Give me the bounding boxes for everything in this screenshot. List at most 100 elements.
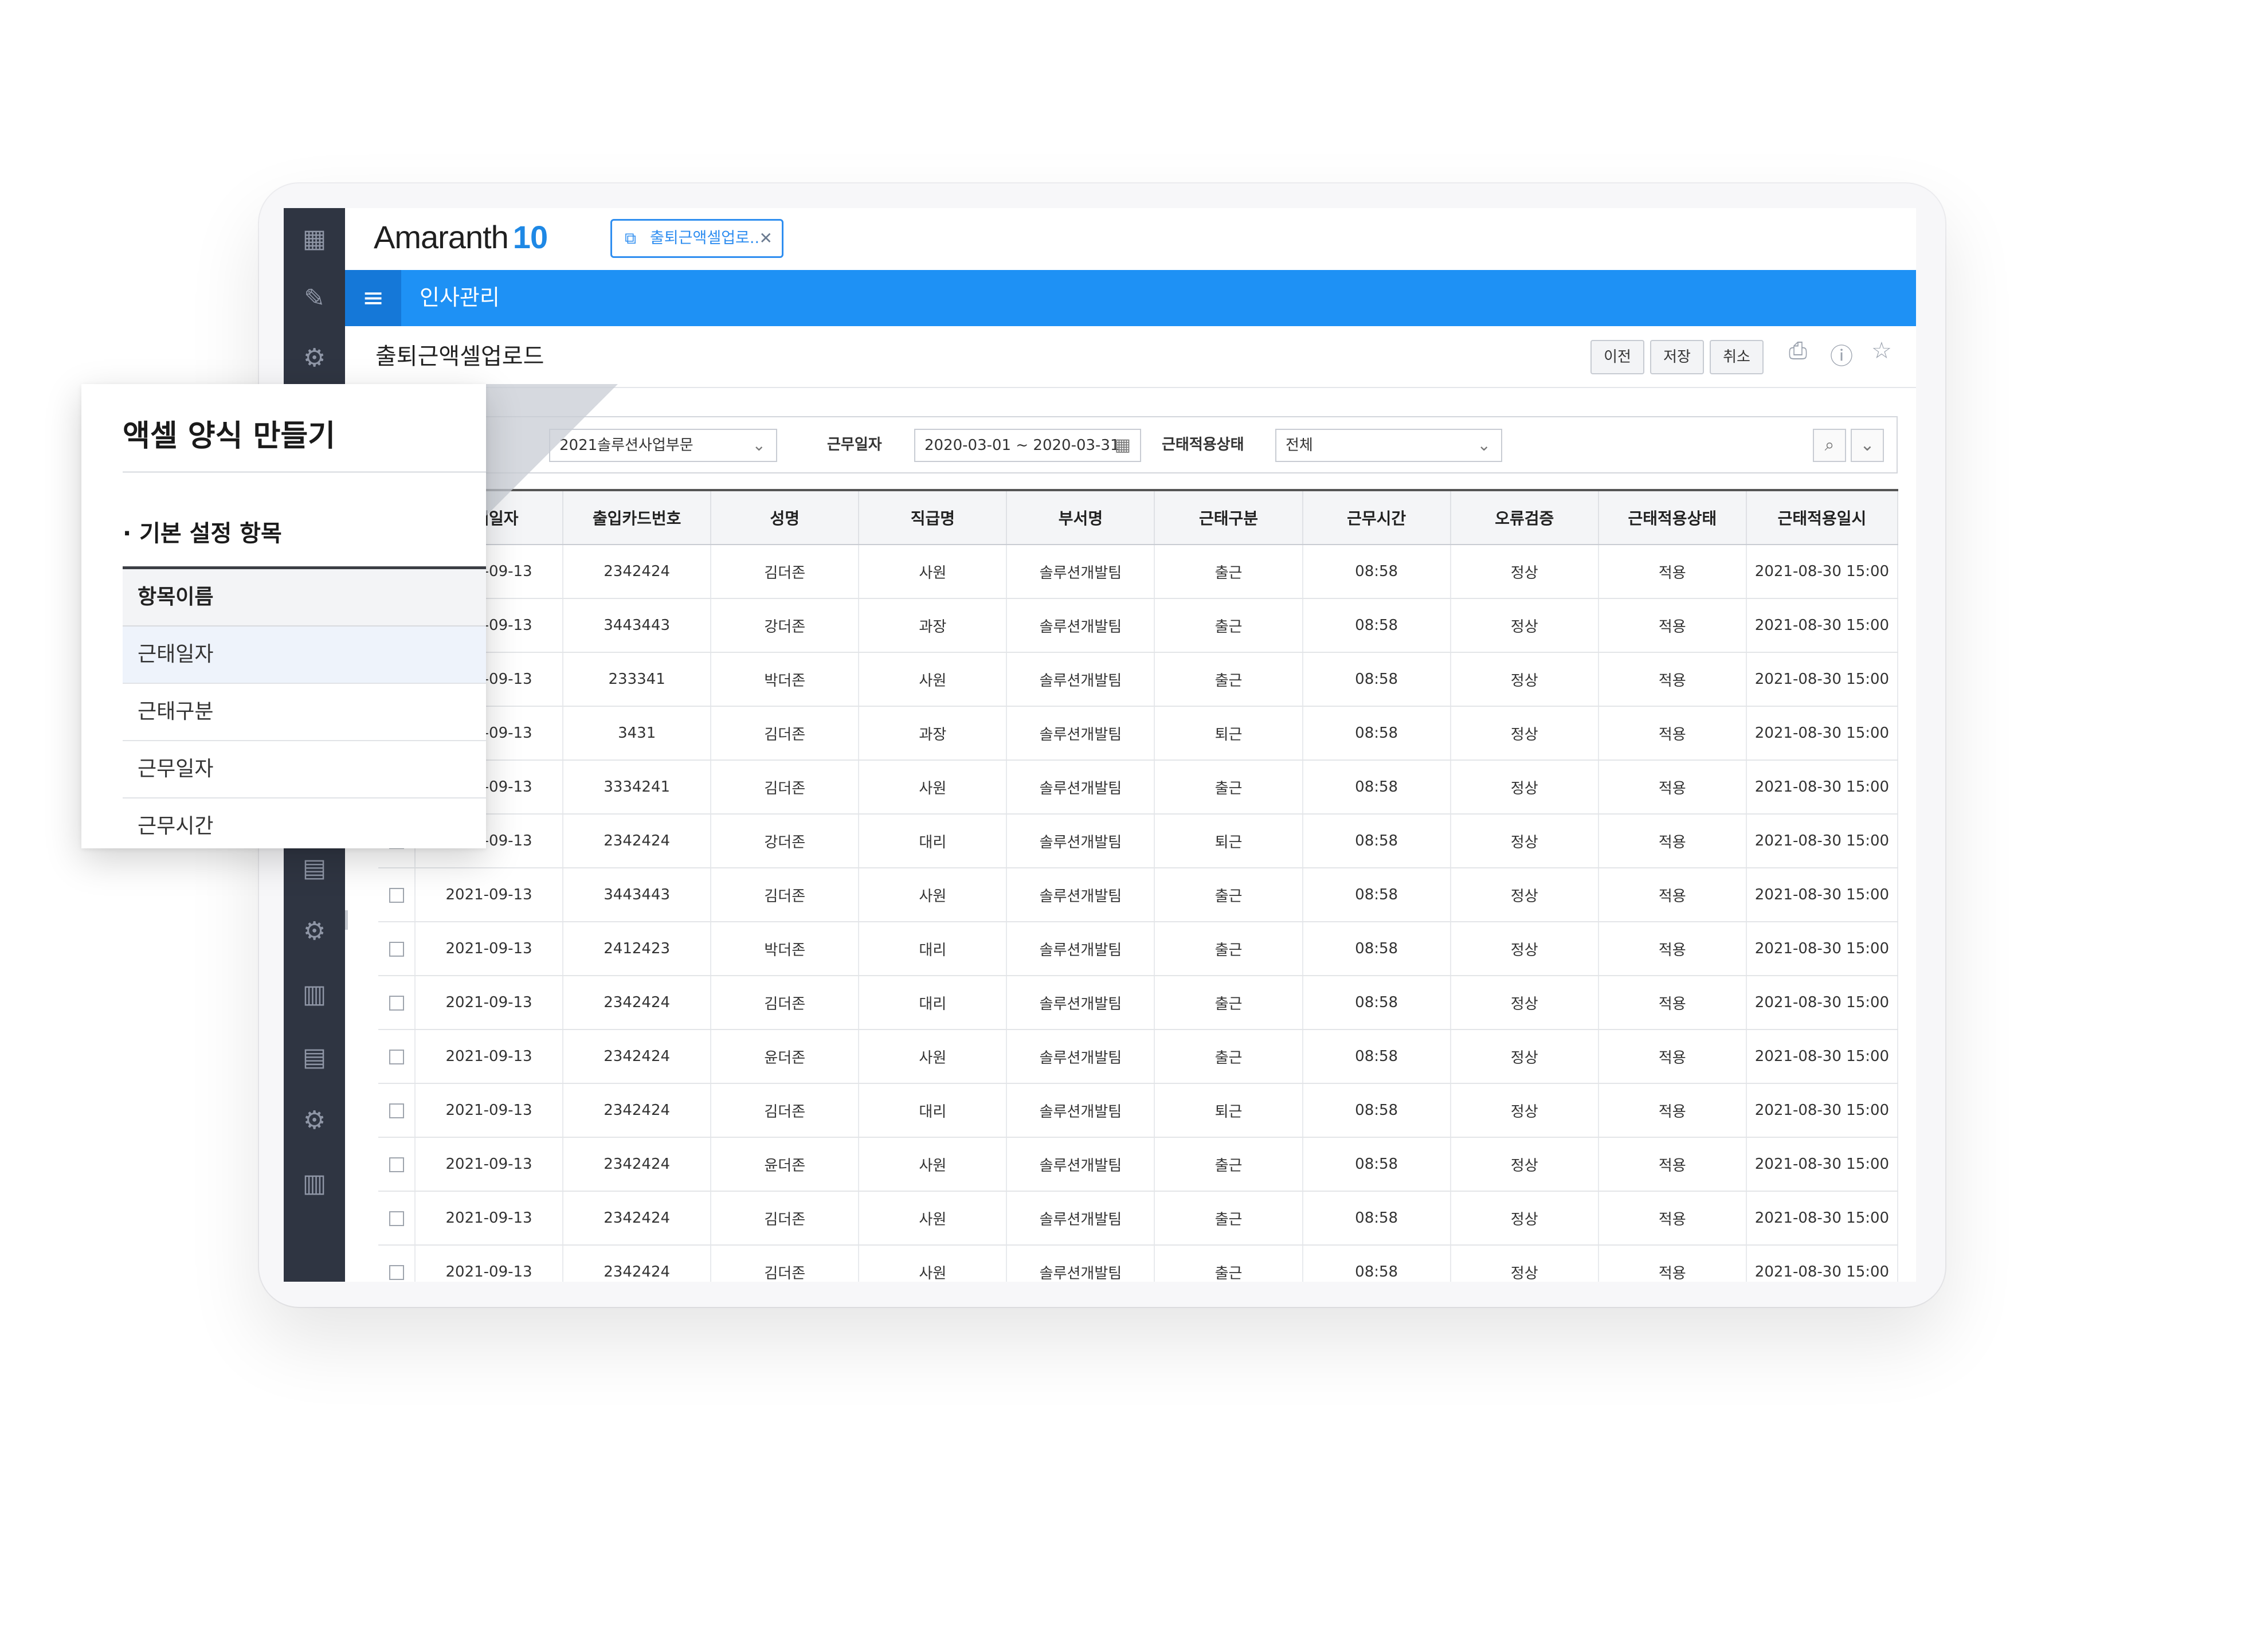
column-header[interactable]: 근무시간	[1302, 489, 1451, 545]
table-cell: 정상	[1450, 706, 1599, 761]
gear-icon[interactable]: ⚙	[284, 909, 345, 954]
table-cell: 솔루션개발팀	[1006, 922, 1155, 976]
table-cell: 2021-09-13	[415, 922, 564, 976]
excel-form-panel: 액셀 양식 만들기 · 기본 설정 항목 항목이름 근태일자 근태구분 근무일자…	[81, 384, 486, 848]
table-row[interactable]: 2021-09-13 2342424 김더존 대리 솔루션개발팀 출근 08:58 정상 적용 2…	[378, 976, 1899, 1030]
table-row[interactable]: 2021-09-13 3443443 김더존 사원 솔루션개발팀 출근 08:58 정상 적용 2…	[378, 868, 1899, 922]
star-icon[interactable]: ☆	[1871, 338, 1892, 364]
table-cell: 08:58	[1302, 922, 1451, 976]
table-row[interactable]: 2021-09-13 3443443 강더존 과장 솔루션개발팀 출근 08:58 정상 적용 2…	[378, 598, 1899, 653]
status-label: 근태적용상태	[1162, 436, 1244, 453]
table-row[interactable]: 2021-09-13 3431 김더존 과장 솔루션개발팀 퇴근 08:58 정상 적용 2021…	[378, 706, 1899, 761]
row-checkbox[interactable]	[389, 1211, 404, 1226]
table-cell: 정상	[1450, 545, 1599, 599]
table-cell: 적용	[1598, 706, 1747, 761]
table-cell: 2342424	[563, 814, 712, 868]
list-item[interactable]: 근태일자	[123, 627, 486, 684]
table-row[interactable]: 2021-09-13 2342424 윤더존 사원 솔루션개발팀 출근 08:58 정상 적용 2…	[378, 1029, 1899, 1084]
table-cell: 출근	[1154, 868, 1303, 922]
table-cell: 윤더존	[711, 1029, 860, 1084]
table-cell: 강더존	[711, 598, 860, 653]
column-header[interactable]: 근태구분	[1154, 489, 1303, 545]
table-row[interactable]: 2021-09-13 233341 박더존 사원 솔루션개발팀 출근 08:58 정상 적용 20…	[378, 652, 1899, 707]
table-cell: 솔루션개발팀	[1006, 1191, 1155, 1246]
calendar-icon[interactable]: ▦	[1115, 430, 1131, 461]
calculator-icon[interactable]: ▤	[284, 1035, 345, 1081]
table-cell: 사원	[859, 1191, 1008, 1246]
table-cell: 2021-09-13	[415, 1137, 564, 1192]
column-header[interactable]: 직급명	[859, 489, 1008, 545]
table-row[interactable]: 2021-09-13 2342424 김더존 사원 솔루션개발팀 출근 08:58 정상 적용 2…	[378, 545, 1899, 599]
prev-button[interactable]: 이전	[1590, 340, 1644, 374]
column-header[interactable]: 근태적용상태	[1598, 489, 1747, 545]
table-row[interactable]: 2021-09-13 3334241 김더존 사원 솔루션개발팀 출근 08:58 정상 적용 2…	[378, 760, 1899, 815]
row-checkbox[interactable]	[389, 887, 404, 903]
table-body: 2021-09-13 2342424 김더존 사원 솔루션개발팀 출근 08:58 정상 적용 2…	[378, 545, 1899, 1282]
print-icon[interactable]: ⎙	[1789, 338, 1807, 364]
close-icon[interactable]: ✕	[759, 221, 773, 256]
table-cell: 출근	[1154, 1029, 1303, 1084]
list-item[interactable]: 근무시간	[123, 798, 486, 848]
row-checkbox[interactable]	[389, 1103, 404, 1118]
open-tab[interactable]: ⧉ 출퇴근액셀업로.. ✕	[610, 219, 783, 258]
table-cell: 김더존	[711, 706, 860, 761]
building-settings-icon[interactable]: ▥	[284, 972, 345, 1017]
table-row[interactable]: 2021-09-13 2342424 강더존 대리 솔루션개발팀 퇴근 08:58 정상 적용 2…	[378, 814, 1899, 868]
table-cell: 적용	[1598, 1029, 1747, 1084]
calculator-icon[interactable]: ▤	[284, 845, 345, 891]
cancel-button[interactable]: 취소	[1710, 340, 1764, 374]
table-row[interactable]: 2021-09-13 2342424 김더존 사원 솔루션개발팀 출근 08:58 정상 적용 2…	[378, 1191, 1899, 1246]
table-cell: 정상	[1450, 598, 1599, 653]
table-cell: 2021-08-30 15:00	[1746, 760, 1899, 815]
table-cell: 08:58	[1302, 1029, 1451, 1084]
status-select-value: 전체	[1286, 437, 1313, 454]
table-cell: 정상	[1450, 1191, 1599, 1246]
list-item[interactable]: 근태구분	[123, 684, 486, 741]
table-cell: 출근	[1154, 760, 1303, 815]
table-cell: 출근	[1154, 1191, 1303, 1246]
column-header[interactable]: 부서명	[1006, 489, 1155, 545]
table-cell: 2342424	[563, 545, 712, 599]
table-cell: 김더존	[711, 868, 860, 922]
row-checkbox-cell	[378, 1137, 416, 1192]
table-cell: 사원	[859, 868, 1008, 922]
table-cell: 적용	[1598, 1137, 1747, 1192]
table-cell: 사원	[859, 545, 1008, 599]
table-row[interactable]: 2021-09-13 2342424 김더존 대리 솔루션개발팀 퇴근 08:58 정상 적용 2…	[378, 1083, 1899, 1138]
table-cell: 사원	[859, 1029, 1008, 1084]
table-cell: 적용	[1598, 922, 1747, 976]
chevron-down-icon[interactable]: ⌄	[1851, 429, 1884, 462]
building-settings-icon[interactable]: ▥	[284, 1161, 345, 1207]
hamburger-menu-icon[interactable]: ≡	[345, 270, 401, 326]
table-cell: 솔루션개발팀	[1006, 598, 1155, 653]
column-header[interactable]: 오류검증	[1450, 489, 1599, 545]
table-cell: 솔루션개발팀	[1006, 976, 1155, 1030]
help-icon[interactable]: ⓘ	[1830, 338, 1853, 371]
table-row[interactable]: 2021-09-13 2412423 박더존 대리 솔루션개발팀 출근 08:58 정상 적용 2…	[378, 922, 1899, 976]
save-button[interactable]: 저장	[1650, 340, 1704, 374]
table-cell: 적용	[1598, 760, 1747, 815]
status-select[interactable]: 전체 ⌄	[1275, 429, 1502, 462]
chevron-down-icon: ⌄	[1477, 436, 1491, 455]
table-cell: 적용	[1598, 652, 1747, 707]
column-header[interactable]: 성명	[711, 489, 860, 545]
row-checkbox[interactable]	[389, 995, 404, 1011]
gear-icon[interactable]: ⚙	[284, 335, 345, 381]
gear-icon[interactable]: ⚙	[284, 1098, 345, 1144]
table-cell: 2342424	[563, 1137, 712, 1192]
table-cell: 2412423	[563, 922, 712, 976]
table-row[interactable]: 2021-09-13 2342424 김더존 사원 솔루션개발팀 출근 08:58 정상 적용 2…	[378, 1245, 1899, 1282]
row-checkbox[interactable]	[389, 1265, 404, 1280]
grid-icon[interactable]: ▦	[284, 216, 345, 262]
table-row[interactable]: 2021-09-13 2342424 윤더존 사원 솔루션개발팀 출근 08:58 정상 적용 2…	[378, 1137, 1899, 1192]
row-checkbox[interactable]	[389, 941, 404, 957]
table-cell: 대리	[859, 814, 1008, 868]
work-date-field[interactable]: 2020-03-01 ~ 2020-03-31 ▦	[914, 429, 1141, 462]
search-icon[interactable]: ⌕	[1813, 429, 1846, 462]
row-checkbox[interactable]	[389, 1157, 404, 1172]
pen-icon[interactable]: ✎	[284, 276, 345, 322]
column-header[interactable]: 근태적용일시	[1746, 489, 1899, 545]
list-item[interactable]: 근무일자	[123, 741, 486, 798]
row-checkbox[interactable]	[389, 1049, 404, 1064]
resize-handle[interactable]	[345, 910, 348, 930]
